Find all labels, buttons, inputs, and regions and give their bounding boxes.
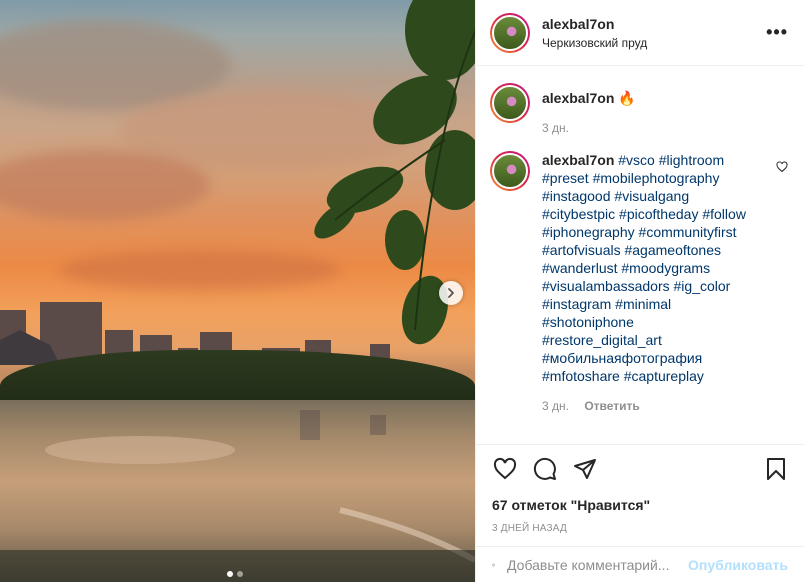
carousel-indicator xyxy=(227,571,243,577)
hashtag-link[interactable]: #agameoftones xyxy=(624,242,721,258)
cloud xyxy=(0,150,210,220)
hashtag-link[interactable]: #мобильнаяфотография xyxy=(542,350,702,366)
next-photo-button[interactable] xyxy=(439,281,463,305)
likes-count[interactable]: 67 отметок "Нравится" xyxy=(492,497,788,513)
heart-icon[interactable] xyxy=(776,161,788,173)
comment-bubble-icon[interactable] xyxy=(532,457,558,481)
location-link[interactable]: Черкизовский пруд xyxy=(542,36,766,50)
hashtag-link[interactable]: #preset xyxy=(542,170,589,186)
carousel-dot-active xyxy=(227,571,233,577)
post-details-panel: alexbal7on Черкизовский пруд ••• alexbal… xyxy=(475,0,804,582)
publish-button[interactable]: Опубликовать xyxy=(688,557,788,573)
comments-list: alexbal7on 🔥 3 дн. alexbal7on #vsco #lig… xyxy=(476,67,804,443)
hashtag-link[interactable]: #captureplay xyxy=(624,368,704,384)
comment-username[interactable]: alexbal7on xyxy=(542,152,614,168)
post-photo[interactable] xyxy=(0,0,475,582)
hashtag-link[interactable]: #citybestpic xyxy=(542,206,615,222)
hashtag-link[interactable]: #mobilephotography xyxy=(593,170,720,186)
hashtag-link[interactable]: #visualgang xyxy=(614,188,689,204)
comment-input[interactable] xyxy=(507,556,689,573)
leaves-foliage xyxy=(314,0,475,345)
post-actions: 67 отметок "Нравится" 3 дней назад xyxy=(476,444,804,534)
like-heart-icon[interactable] xyxy=(492,457,518,481)
avatar[interactable] xyxy=(490,83,530,123)
avatar[interactable] xyxy=(490,12,530,53)
post-timestamp[interactable]: 3 дней назад xyxy=(492,523,788,534)
hashtag-link[interactable]: #visualambassadors xyxy=(542,278,670,294)
hashtag-link[interactable]: #instagood xyxy=(542,188,611,204)
hashtag-link[interactable]: #ig_color xyxy=(674,278,731,294)
hashtag-link[interactable]: #shotoniphone xyxy=(542,314,634,330)
hashtag-link[interactable]: #follow xyxy=(702,206,746,222)
hashtag-link[interactable]: #restore_digital_art xyxy=(542,332,662,348)
hashtag-link[interactable]: #wanderlust xyxy=(542,260,618,276)
hashtag-link[interactable]: #communityfirst xyxy=(639,224,737,240)
hashtag-link[interactable]: #moodygrams xyxy=(621,260,710,276)
carousel-dot xyxy=(237,571,243,577)
username-link[interactable]: alexbal7on xyxy=(542,16,766,32)
comment-time[interactable]: 3 дн. xyxy=(542,121,764,135)
chevron-right-icon xyxy=(448,288,454,298)
avatar[interactable] xyxy=(490,151,530,191)
fire-emoji: 🔥 xyxy=(618,90,636,106)
hashtag-link[interactable]: #mfotoshare xyxy=(542,368,620,384)
hashtag-link[interactable]: #artofvisuals xyxy=(542,242,621,258)
reply-button[interactable]: Ответить xyxy=(584,399,639,413)
caption-comment: alexbal7on 🔥 3 дн. xyxy=(490,83,788,135)
hashtag-link[interactable]: #lightroom xyxy=(659,152,724,168)
comment-username[interactable]: alexbal7on xyxy=(542,90,614,106)
pond xyxy=(0,400,475,582)
share-paper-plane-icon[interactable] xyxy=(572,457,598,481)
hashtag-link[interactable]: #minimal xyxy=(615,296,671,312)
hashtag-link[interactable]: #vsco xyxy=(618,152,655,168)
add-comment-bar: Опубликовать xyxy=(476,546,804,582)
comment-time[interactable]: 3 дн. xyxy=(542,399,569,413)
emoji-icon[interactable] xyxy=(492,553,495,577)
more-options-icon[interactable]: ••• xyxy=(766,22,788,43)
hashtag-comment: alexbal7on #vsco #lightroom #preset #mobi… xyxy=(490,151,788,413)
hashtag-link[interactable]: #instagram xyxy=(542,296,611,312)
hashtag-link[interactable]: #picoftheday xyxy=(619,206,698,222)
post-header: alexbal7on Черкизовский пруд ••• xyxy=(476,0,804,66)
hashtag-link[interactable]: #iphonegraphy xyxy=(542,224,635,240)
bookmark-icon[interactable] xyxy=(764,457,788,481)
